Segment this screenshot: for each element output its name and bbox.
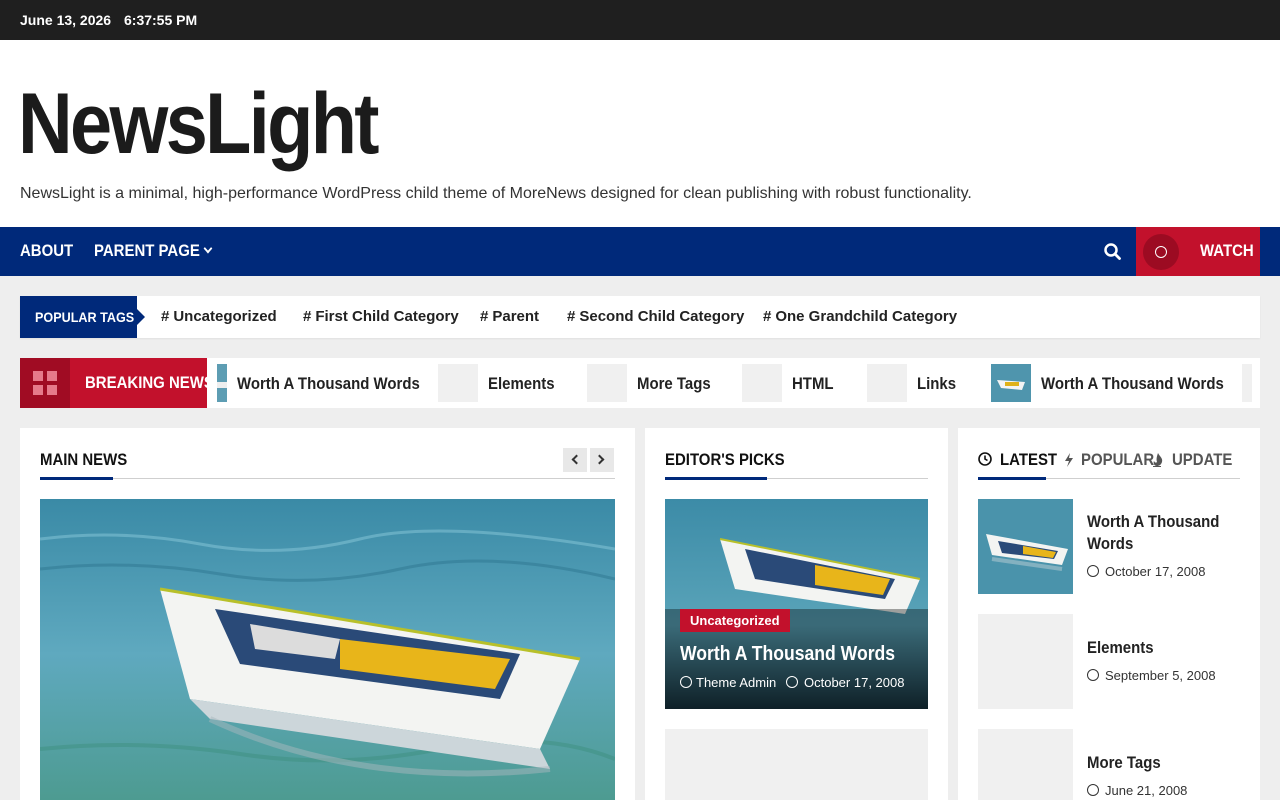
site-tagline: NewsLight is a minimal, high-performance… <box>20 185 972 202</box>
hash-icon: # <box>161 308 170 325</box>
post-thumbnail-placeholder[interactable] <box>665 729 928 800</box>
nav-item-parent-page[interactable]: Parent Page <box>94 241 213 261</box>
tag-link[interactable]: # One Grandchild Category <box>763 308 957 325</box>
tag-link[interactable]: # Uncategorized <box>161 308 277 325</box>
chevron-down-icon <box>203 243 213 254</box>
tag-link[interactable]: # First Child Category <box>303 308 459 325</box>
post-thumbnail <box>438 364 478 402</box>
popular-tags-bar: Popular Tags # Uncategorized # First Child… <box>20 296 1260 338</box>
main-news-panel: Main News <box>20 428 635 800</box>
top-bar: June 13, 2026 6:37:55 PM <box>0 0 1280 40</box>
watch-label: Watch <box>1200 241 1254 260</box>
tag-label: Second Child Category <box>579 308 745 325</box>
tag-link[interactable]: # Parent <box>480 308 539 325</box>
tab-update[interactable]: Update <box>1172 450 1232 470</box>
bolt-icon <box>1064 453 1074 467</box>
ticker-title: Worth A Thousand Words <box>237 374 420 393</box>
hash-icon: # <box>567 308 576 325</box>
next-arrow-button[interactable] <box>590 448 614 472</box>
user-icon <box>680 676 692 688</box>
tab-latest[interactable]: Latest <box>1000 450 1057 470</box>
post-thumbnail <box>587 364 627 402</box>
section-divider <box>978 477 1240 480</box>
date-text: September 5, 2008 <box>1105 668 1216 683</box>
fire-icon <box>1152 453 1164 467</box>
nav-item-label: Parent Page <box>94 241 200 260</box>
ticker-title: HTML <box>792 374 834 393</box>
post-title[interactable]: More Tags <box>1087 752 1237 774</box>
author-name: Theme Admin <box>696 675 777 690</box>
clock-icon <box>786 676 798 688</box>
grid-icon <box>20 358 70 408</box>
tab-popular[interactable]: Popular <box>1081 450 1154 470</box>
ticker-title: Links <box>917 374 957 393</box>
post-thumbnail <box>991 364 1031 402</box>
tag-label: Uncategorized <box>173 308 277 325</box>
post-date: October 17, 2008 <box>786 675 904 690</box>
section-divider <box>40 477 615 480</box>
post-date: September 5, 2008 <box>1087 668 1216 683</box>
live-circle-icon <box>1143 234 1179 270</box>
main-news-image[interactable] <box>40 499 615 800</box>
hash-icon: # <box>763 308 772 325</box>
current-time: 6:37:55 PM <box>124 12 198 28</box>
breaking-news-bar: Breaking News Worth A Thousand Words Ele… <box>20 358 1260 408</box>
current-date: June 13, 2026 <box>20 12 112 28</box>
featured-post-card[interactable]: Uncategorized Worth A Thousand Words The… <box>665 499 928 709</box>
date-text: October 17, 2008 <box>1105 564 1206 579</box>
post-title[interactable]: Worth A Thousand Words <box>1087 511 1237 555</box>
post-date: June 21, 2008 <box>1087 783 1187 798</box>
post-thumbnail[interactable] <box>978 614 1073 709</box>
search-icon[interactable] <box>1102 241 1124 263</box>
editors-picks-heading: Editor's Picks <box>665 450 785 469</box>
clock-icon <box>1087 784 1099 796</box>
site-header: NewsLight NewsLight is a minimal, high-p… <box>0 40 1280 227</box>
post-thumbnail[interactable] <box>978 499 1073 594</box>
tag-label: One Grandchild Category <box>775 308 958 325</box>
post-thumbnail <box>867 364 907 402</box>
date-text: June 21, 2008 <box>1105 783 1188 798</box>
tag-label: Parent <box>492 308 540 325</box>
post-thumbnail <box>742 364 782 402</box>
section-divider <box>665 477 928 480</box>
post-date: October 17, 2008 <box>1087 564 1205 579</box>
breaking-news-label: Breaking News <box>85 373 214 392</box>
site-title[interactable]: NewsLight <box>18 76 379 172</box>
tabbed-posts-panel: Latest Popular Update Worth A Thousand W… <box>958 428 1260 800</box>
tag-label: First Child Category <box>315 308 459 325</box>
date-text: October 17, 2008 <box>804 675 905 690</box>
prev-arrow-button[interactable] <box>563 448 587 472</box>
ticker-title: Worth A Thousand Words <box>1041 374 1224 393</box>
post-thumbnail <box>217 364 227 402</box>
featured-post-title[interactable]: Worth A Thousand Words <box>680 643 895 666</box>
ticker-title: Elements <box>488 374 555 393</box>
tag-link[interactable]: # Second Child Category <box>567 308 744 325</box>
editors-picks-panel: Editor's Picks Uncategorized Worth A Tho… <box>645 428 948 800</box>
clock-icon <box>1087 565 1099 577</box>
nav-item-about[interactable]: About <box>20 241 73 261</box>
main-navigation: About Parent Page Watch <box>0 227 1280 276</box>
watch-button[interactable]: Watch <box>1136 227 1260 276</box>
breaking-news-heading: Breaking News <box>20 358 214 408</box>
clock-icon <box>1087 669 1099 681</box>
main-news-heading: Main News <box>40 450 128 469</box>
popular-tags-heading-text: Popular Tags <box>35 309 135 325</box>
popular-tags-heading: Popular Tags <box>20 296 145 338</box>
category-badge[interactable]: Uncategorized <box>680 609 790 632</box>
post-thumbnail[interactable] <box>978 729 1073 800</box>
ticker-title: More Tags <box>637 374 711 393</box>
hash-icon: # <box>303 308 312 325</box>
post-author[interactable]: Theme Admin <box>680 675 776 690</box>
post-title[interactable]: Elements <box>1087 637 1237 659</box>
clock-icon <box>978 452 992 466</box>
hash-icon: # <box>480 308 489 325</box>
post-thumbnail <box>1242 364 1252 402</box>
